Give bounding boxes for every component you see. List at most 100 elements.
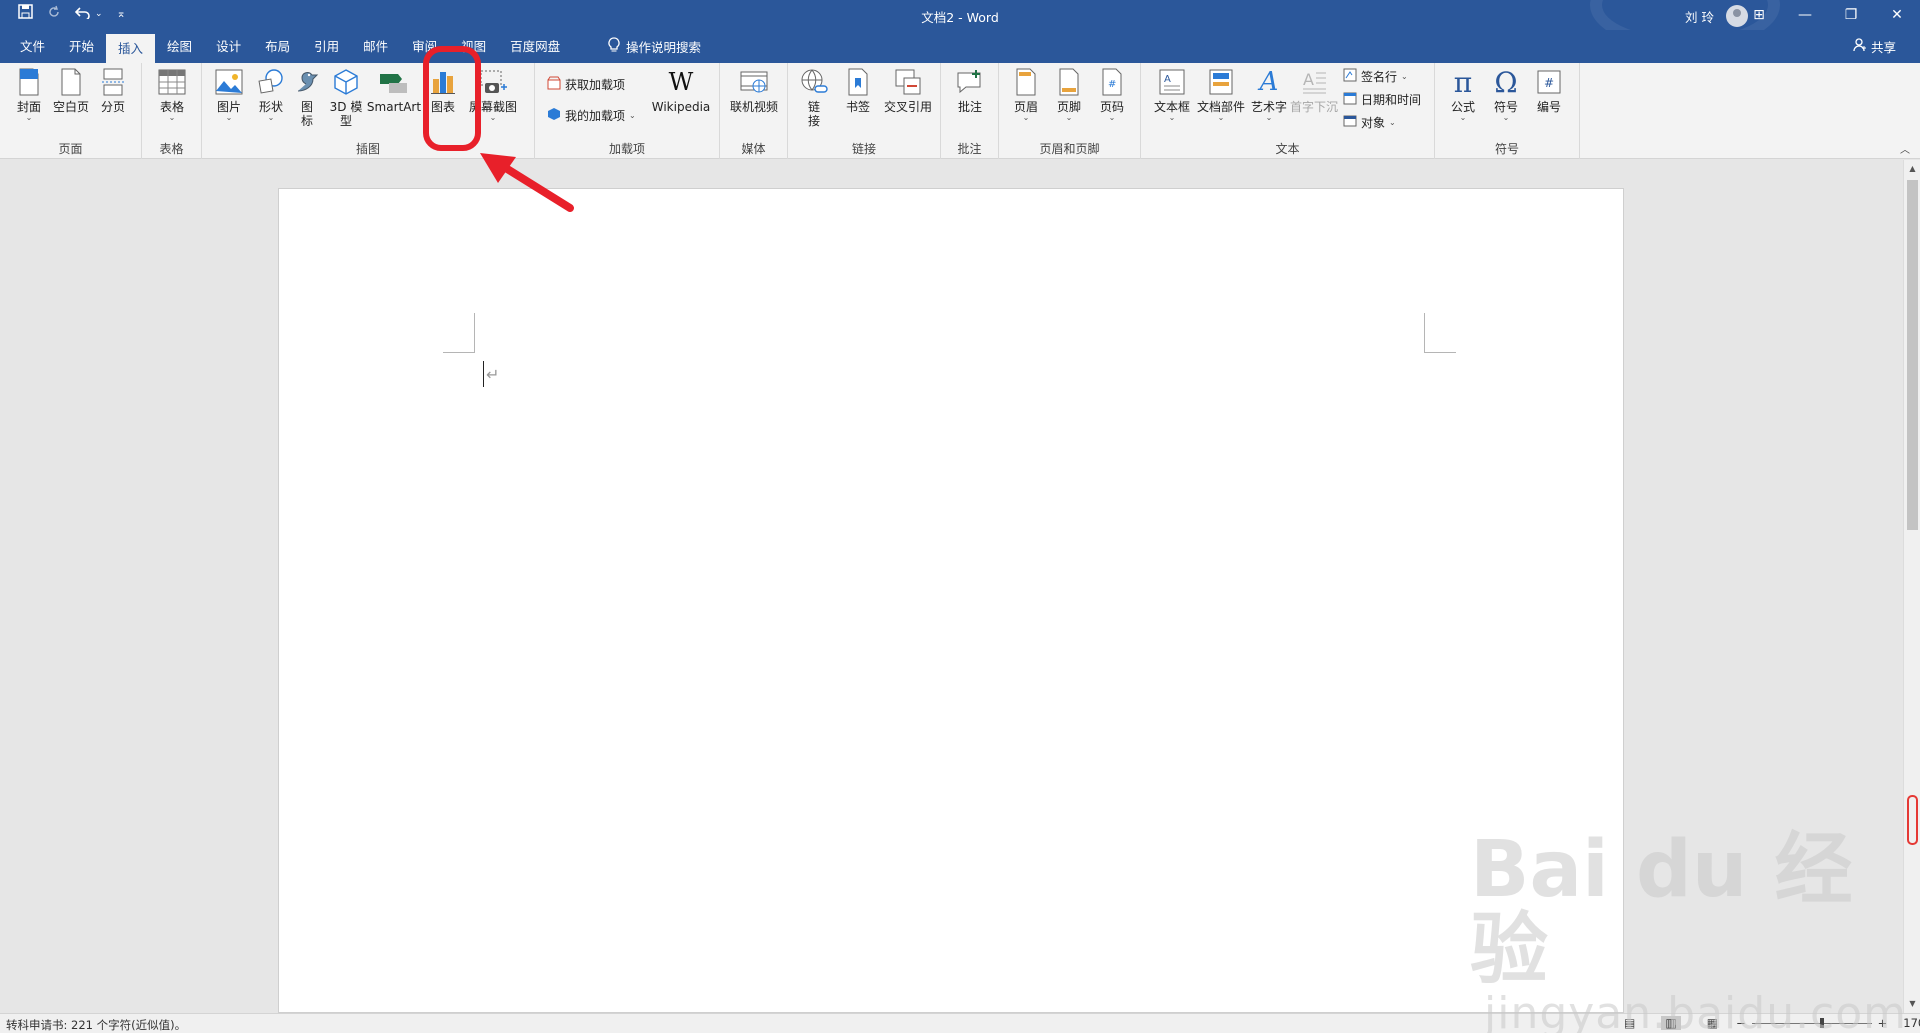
shapes-button[interactable]: 形状 ⌄ xyxy=(248,67,294,122)
page-break-button[interactable]: 分页 xyxy=(90,67,136,114)
symbol-button[interactable]: Ω 符号 ⌄ xyxy=(1483,65,1529,122)
restore-icon[interactable]: ❐ xyxy=(1828,0,1874,30)
bookmark-button[interactable]: 书签 xyxy=(836,67,880,114)
scroll-up-icon[interactable]: ▲ xyxy=(1904,162,1920,176)
cube-3d-icon xyxy=(331,67,361,97)
textbox-icon: A xyxy=(1157,67,1187,97)
cross-reference-icon xyxy=(893,67,923,97)
my-addins-dropdown-icon[interactable]: ⌄ xyxy=(629,111,636,120)
group-media: 联机视频 媒体 xyxy=(720,63,788,159)
group-addins: 获取加载项 我的加载项 ⌄ W Wikipedia 加载项 xyxy=(535,63,720,159)
ribbon-insert: 封面 ⌄ 空白页 分页 页面 表格 ⌄ 表格 图片 ⌄ 形状 ⌄ 图 标 3D … xyxy=(0,63,1920,159)
svg-text:#: # xyxy=(1108,79,1116,90)
group-header-footer: 页眉 ⌄ 页脚 ⌄ # 页码 ⌄ 页眉和页脚 xyxy=(999,63,1141,159)
pi-icon: π xyxy=(1453,65,1473,99)
cover-page-icon xyxy=(14,67,44,97)
tab-baidu-netdisk[interactable]: 百度网盘 xyxy=(498,30,572,63)
addin-cube-icon xyxy=(547,107,561,124)
picture-icon xyxy=(214,67,244,97)
tab-home[interactable]: 开始 xyxy=(57,30,106,63)
blank-page-icon xyxy=(56,67,86,97)
picture-button[interactable]: 图片 ⌄ xyxy=(206,67,252,122)
icons-button[interactable]: 图 标 xyxy=(290,67,324,128)
object-button[interactable]: 对象 ⌄ xyxy=(1343,114,1396,131)
status-word-count[interactable]: 转科申请书: 221 个字符(近似值)。 xyxy=(6,1017,186,1033)
tab-layout[interactable]: 布局 xyxy=(253,30,302,63)
tab-references[interactable]: 引用 xyxy=(302,30,351,63)
tab-design[interactable]: 设计 xyxy=(204,30,253,63)
group-label-tables: 表格 xyxy=(159,142,184,156)
paragraph-mark-icon: ↵ xyxy=(486,365,500,384)
blank-page-button[interactable]: 空白页 xyxy=(48,67,94,114)
scrollbar-thumb[interactable] xyxy=(1907,180,1918,530)
tab-draw[interactable]: 绘图 xyxy=(155,30,204,63)
link-globe-icon xyxy=(799,67,829,97)
header-button[interactable]: 页眉 ⌄ xyxy=(1003,67,1049,122)
tell-me-search[interactable]: 操作说明搜索 xyxy=(608,30,701,63)
person-icon xyxy=(1853,38,1867,55)
group-symbols: π 公式 ⌄ Ω 符号 ⌄ # 编号 符号 xyxy=(1435,63,1580,159)
group-links: 链 接 书签 交叉引用 链接 xyxy=(788,63,941,159)
quick-parts-button[interactable]: 文档部件 ⌄ xyxy=(1193,67,1249,122)
cross-reference-button[interactable]: 交叉引用 xyxy=(880,67,936,114)
link-button[interactable]: 链 接 xyxy=(794,67,834,128)
textbox-button[interactable]: A 文本框 ⌄ xyxy=(1147,67,1197,122)
collapse-ribbon-icon[interactable]: ︿ xyxy=(1900,141,1910,156)
tab-mailings[interactable]: 邮件 xyxy=(351,30,400,63)
group-text: A 文本框 ⌄ 文档部件 ⌄ A 艺术字 ⌄ A 首字下沉 签名行 ⌄ 日期和时… xyxy=(1141,63,1435,159)
wordart-icon: A xyxy=(1259,67,1279,97)
footer-icon xyxy=(1054,67,1084,97)
lightbulb-icon xyxy=(608,37,620,56)
group-tables: 表格 ⌄ 表格 xyxy=(142,63,202,159)
document-page[interactable]: ↵ xyxy=(278,188,1624,1013)
window-controls: ⊞ — ❐ ✕ xyxy=(1736,0,1920,30)
baidu-jingyan-watermark: Bai du 经验 jingyan.baidu.com xyxy=(1470,825,1908,1033)
quick-parts-icon xyxy=(1206,67,1236,97)
get-addins-button[interactable]: 获取加载项 xyxy=(547,76,625,93)
ribbon-display-options-icon[interactable]: ⊞ xyxy=(1736,0,1782,30)
number-icon: # xyxy=(1534,67,1564,97)
drop-cap-button[interactable]: A 首字下沉 xyxy=(1289,67,1339,114)
page-number-icon: # xyxy=(1097,67,1127,97)
online-video-button[interactable]: 联机视频 xyxy=(726,67,782,114)
svg-text:A: A xyxy=(1303,70,1314,89)
minimize-icon[interactable]: — xyxy=(1782,0,1828,30)
store-icon xyxy=(547,76,561,93)
date-time-button[interactable]: 日期和时间 xyxy=(1343,91,1421,108)
close-icon[interactable]: ✕ xyxy=(1874,0,1920,30)
tell-me-label: 操作说明搜索 xyxy=(626,40,702,55)
share-label: 共享 xyxy=(1870,40,1896,55)
wikipedia-button[interactable]: W Wikipedia xyxy=(647,67,715,114)
group-label-symbols: 符号 xyxy=(1494,142,1519,156)
group-label-comments: 批注 xyxy=(957,142,982,156)
document-title: 文档2 - Word xyxy=(921,10,999,25)
object-icon xyxy=(1343,114,1357,131)
cover-page-button[interactable]: 封面 ⌄ xyxy=(6,67,52,122)
signature-line-button[interactable]: 签名行 ⌄ xyxy=(1343,68,1408,85)
user-name: 刘 玲 xyxy=(1685,9,1714,25)
omega-icon: Ω xyxy=(1494,65,1518,99)
new-comment-button[interactable]: 批注 xyxy=(947,67,993,114)
shapes-icon xyxy=(256,67,286,97)
wordart-button[interactable]: A 艺术字 ⌄ xyxy=(1247,67,1291,122)
wikipedia-icon: W xyxy=(668,68,694,96)
svg-text:#: # xyxy=(1544,76,1554,90)
chart-button-highlight xyxy=(423,46,481,151)
3d-models-button[interactable]: 3D 模 型 xyxy=(326,67,366,128)
equation-button[interactable]: π 公式 ⌄ xyxy=(1440,65,1486,122)
comment-icon xyxy=(955,67,985,97)
svg-text:A: A xyxy=(1164,74,1171,85)
group-label-pages: 页面 xyxy=(58,142,83,156)
my-addins-button[interactable]: 我的加载项 ⌄ xyxy=(547,107,636,124)
footer-button[interactable]: 页脚 ⌄ xyxy=(1046,67,1092,122)
drop-cap-icon: A xyxy=(1299,67,1329,97)
number-button[interactable]: # 编号 xyxy=(1526,67,1572,114)
table-button[interactable]: 表格 ⌄ xyxy=(149,67,195,122)
signature-line-icon xyxy=(1343,68,1357,85)
page-number-button[interactable]: # 页码 ⌄ xyxy=(1089,67,1135,122)
tab-file[interactable]: 文件 xyxy=(8,30,57,63)
smartart-button[interactable]: SmartArt xyxy=(367,67,421,114)
share-button[interactable]: 共享 xyxy=(1853,30,1896,63)
header-icon xyxy=(1011,67,1041,97)
tab-insert[interactable]: 插入 xyxy=(106,34,156,63)
